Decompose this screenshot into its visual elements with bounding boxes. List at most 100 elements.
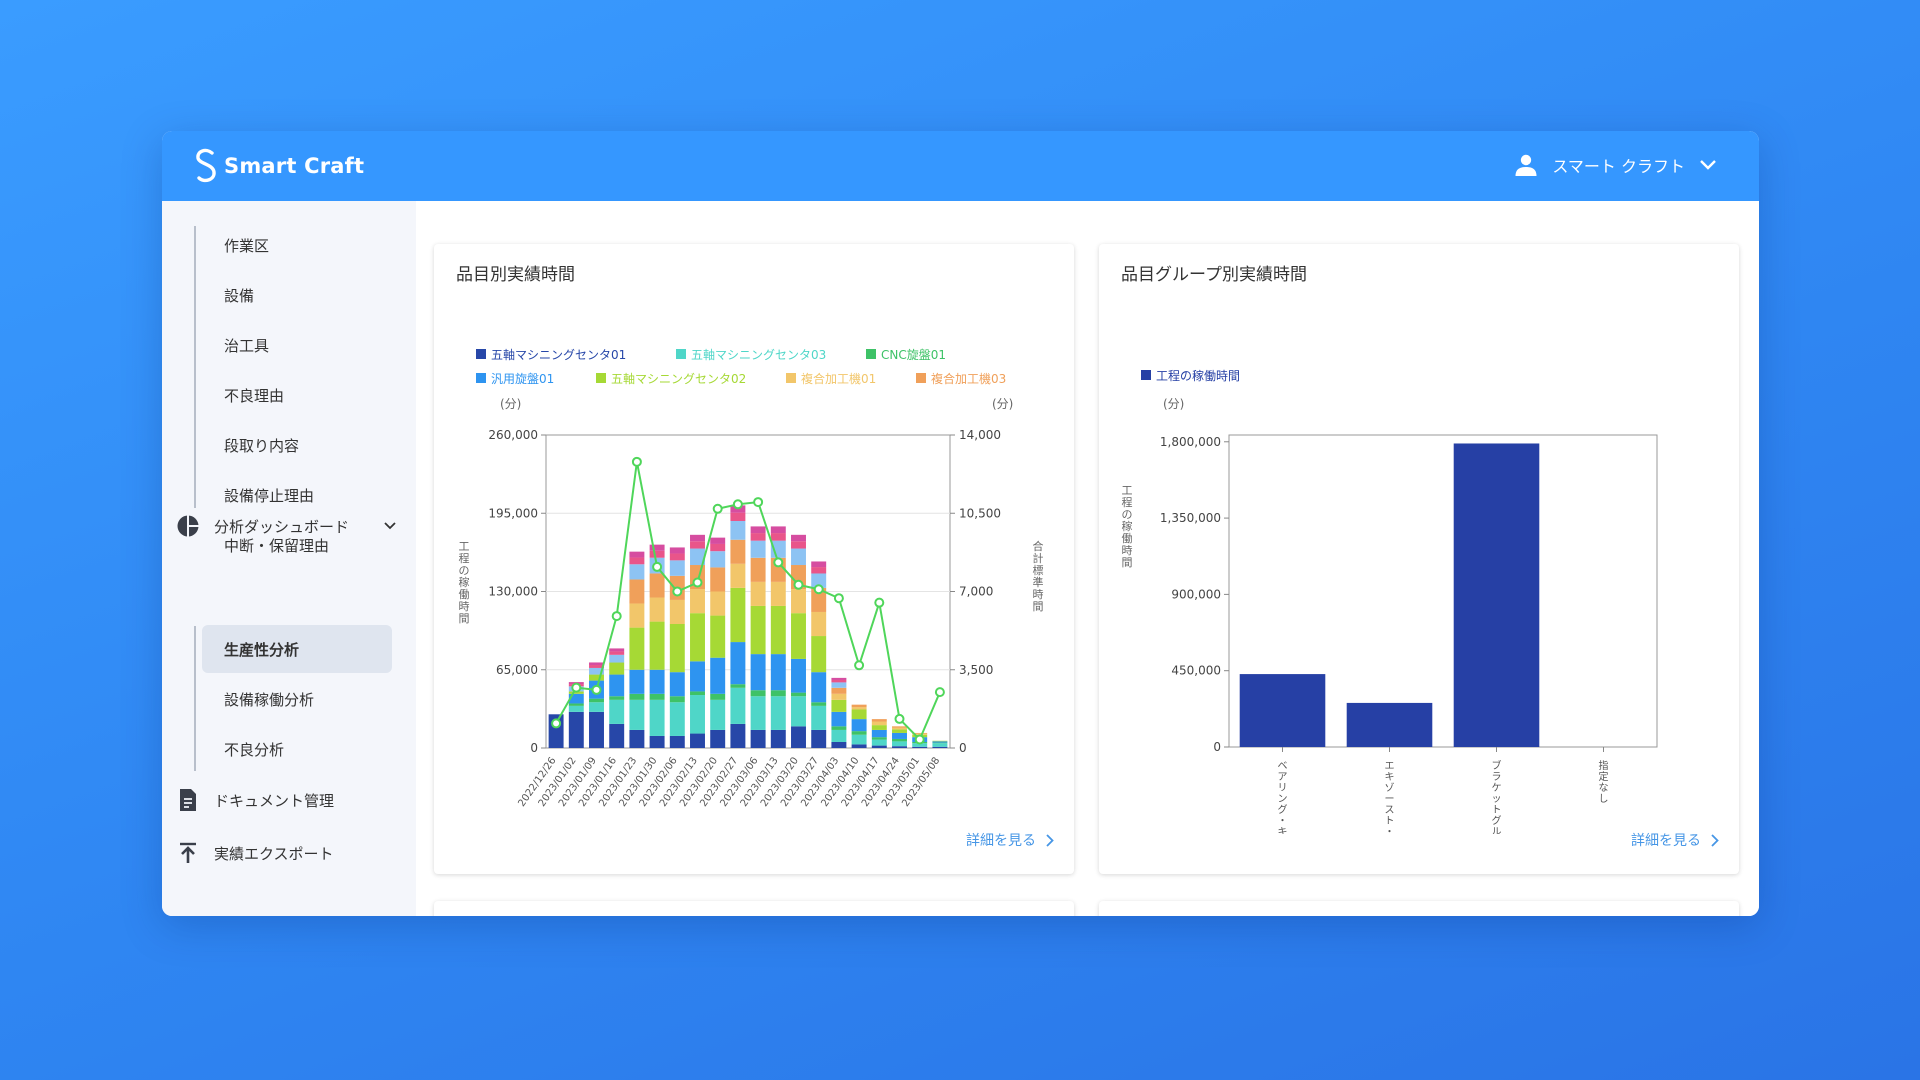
bar-segment — [831, 711, 847, 727]
legend-swatch — [1141, 370, 1151, 380]
bar-segment — [609, 651, 625, 655]
bar-segment — [892, 738, 907, 742]
user-name: スマート クラフト — [1552, 157, 1685, 176]
sidebar-item-analysis-0[interactable]: 生産性分析 — [202, 625, 392, 673]
bar-segment — [851, 734, 867, 745]
y-tick-label: 0 — [1213, 740, 1221, 754]
line-point — [934, 687, 945, 698]
sidebar-item-master-0[interactable]: 作業区 — [202, 221, 392, 269]
legend-label: CNC旋盤01 — [881, 348, 946, 362]
bar-segment — [932, 740, 948, 742]
sidebar-item-analysis-2[interactable]: 不良分析 — [202, 725, 392, 773]
detail-link[interactable]: 詳細を見る — [1631, 830, 1719, 850]
sidebar-item-master-3[interactable]: 不良理由 — [202, 371, 392, 419]
chevron-right-icon — [1711, 833, 1719, 847]
bar-segment — [791, 696, 806, 727]
sidebar-item-master-4[interactable]: 段取り内容 — [202, 421, 392, 469]
sidebar-item-label: 段取り内容 — [224, 436, 300, 455]
sidebar-item-master-1[interactable]: 設備 — [202, 271, 392, 319]
line-point — [672, 586, 683, 597]
legend-label: 五軸マシニングセンタ03 — [691, 348, 826, 362]
card-item-performance: 品目別実績時間 五軸マシニングセンタ01 五軸マシニングセンタ03 CNC旋盤01 汎… — [434, 244, 1074, 874]
bar-segment — [750, 540, 766, 558]
bar-segment — [669, 624, 685, 673]
card-lower-left — [434, 901, 1074, 916]
legend-label: 汎用旋盤01 — [491, 372, 554, 386]
y-tick-label: 260,000 — [488, 428, 538, 442]
brand-name: Smart Craft — [224, 154, 365, 178]
bar-segment — [589, 698, 604, 703]
line-point — [874, 597, 885, 608]
y-axis-label: 工程の稼働時間 — [459, 540, 470, 625]
line-point — [894, 713, 905, 724]
bar-segment — [851, 707, 867, 710]
sidebar-item-export[interactable]: 実績エクスポート — [176, 833, 406, 873]
bar-segment — [690, 695, 705, 734]
sidebar-item-master-2[interactable]: 治工具 — [202, 321, 392, 369]
line-point — [813, 584, 824, 595]
brand-logo[interactable]: Smart Craft — [192, 147, 364, 185]
legend-swatch — [476, 349, 486, 359]
sidebar-item-label: 設備稼働分析 — [224, 690, 315, 709]
bar — [1453, 443, 1540, 747]
bar-segment — [730, 642, 746, 685]
bar-segment — [568, 711, 584, 748]
sidebar-item-label: 不良理由 — [224, 386, 285, 405]
detail-link-label: 詳細を見る — [1631, 833, 1701, 849]
y-tick-label: 450,000 — [1171, 664, 1221, 678]
bar-segment — [690, 541, 705, 549]
sidebar-item-master-5[interactable]: 設備停止理由 — [202, 471, 392, 519]
bar-segment — [690, 733, 705, 748]
bar-segment — [811, 705, 827, 730]
bar-segment — [730, 539, 746, 564]
logo-icon — [196, 148, 216, 183]
bar-segment — [730, 520, 746, 540]
bar-segment — [690, 613, 705, 662]
sidebar-item-label: ドキュメント管理 — [214, 791, 335, 810]
bar-segment — [690, 589, 705, 614]
bar-segment — [649, 735, 665, 748]
bar-segment — [609, 674, 625, 697]
upload-icon — [176, 841, 200, 865]
bar-segment — [669, 547, 685, 554]
bar-segment — [871, 725, 887, 730]
bar-segment — [811, 636, 827, 673]
sidebar-item-master-6[interactable]: 中断・保留理由 — [202, 521, 392, 569]
bar-segment — [831, 693, 847, 700]
bar-segment — [750, 654, 766, 691]
bar-segment — [669, 599, 685, 625]
bar-segment — [568, 703, 584, 706]
bar-segment — [589, 702, 604, 712]
bar-segment — [710, 693, 726, 700]
bar-segment — [649, 544, 665, 551]
y2-tick-label: 14,000 — [959, 428, 1001, 442]
line-point — [773, 557, 784, 568]
bar-segment — [649, 550, 665, 558]
y-tick-label: 1,800,000 — [1160, 435, 1221, 449]
legend-swatch — [476, 373, 486, 383]
stacked-bar-chart: 五軸マシニングセンタ01 五軸マシニングセンタ03 CNC旋盤01 汎用旋盤01 五軸マ… — [459, 348, 1044, 809]
y2-tick-label: 3,500 — [959, 663, 993, 677]
sidebar-item-documents[interactable]: ドキュメント管理 — [176, 780, 406, 820]
top-bar: Smart Craft スマート クラフト — [162, 131, 1759, 201]
y2-tick-label: 10,500 — [959, 506, 1001, 520]
bar-segment — [568, 705, 584, 712]
legend-label: 工程の稼働時間 — [1156, 368, 1240, 383]
sidebar-item-label: 設備 — [224, 286, 255, 305]
bar-segment — [831, 729, 847, 742]
sidebar-item-label: 生産性分析 — [224, 640, 300, 659]
bar-segment — [629, 603, 645, 628]
bar-segment — [892, 732, 907, 739]
bar-segment — [629, 551, 645, 558]
bar-segment — [811, 702, 827, 706]
bar-segment — [669, 672, 685, 697]
bar-segment — [609, 723, 625, 748]
bar-segment — [649, 573, 665, 598]
bar-segment — [750, 557, 766, 582]
bar-segment — [669, 735, 685, 748]
bar-segment — [730, 587, 746, 643]
sidebar-item-analysis-1[interactable]: 設備稼働分析 — [202, 675, 392, 723]
bar-segment — [690, 691, 705, 696]
detail-link[interactable]: 詳細を見る — [966, 830, 1054, 850]
user-menu[interactable]: スマート クラフト — [1514, 153, 1717, 177]
